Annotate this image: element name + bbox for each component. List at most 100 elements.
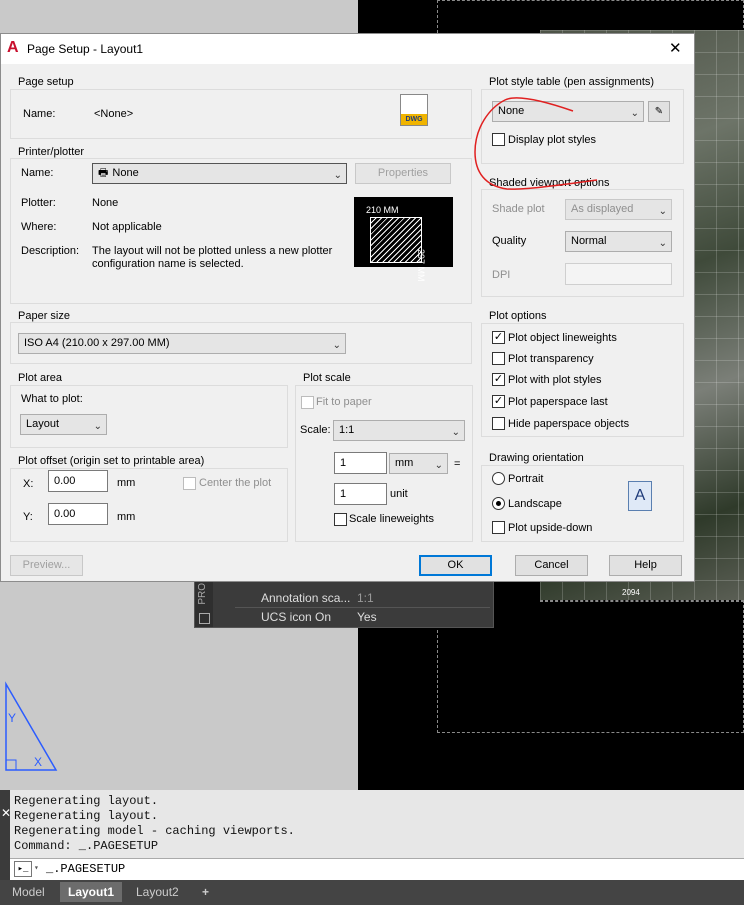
scale-lineweights-label: Scale lineweights: [349, 513, 434, 525]
orientation-preview-icon: A: [628, 481, 652, 511]
equals-sign: =: [454, 458, 461, 470]
hide-paperspace-objects-checkbox[interactable]: [492, 417, 505, 430]
preview-width-label: 210 MM: [366, 205, 399, 215]
chevron-down-icon: ⌄: [333, 170, 342, 181]
chevron-down-icon[interactable]: ▾: [34, 864, 39, 873]
svg-text:Y: Y: [8, 711, 16, 725]
what-to-plot-select[interactable]: Layout ⌄: [20, 414, 107, 435]
tab-layout1[interactable]: Layout1: [60, 882, 123, 902]
palette-side-label: PRO: [197, 583, 208, 605]
command-input[interactable]: ▸_ ▾ _.PAGESETUP: [10, 858, 744, 880]
command-input-text: _.PAGESETUP: [46, 862, 126, 876]
scale-value2-input[interactable]: 1: [334, 483, 387, 505]
fit-to-paper-label: Fit to paper: [316, 396, 372, 408]
chevron-down-icon: ⌄: [332, 340, 341, 351]
fit-to-paper-checkbox[interactable]: [301, 396, 314, 409]
plot-upside-down-checkbox[interactable]: [492, 521, 505, 534]
upside-down-label: Plot upside-down: [508, 522, 593, 534]
property-row[interactable]: Annotation sca... 1:1: [235, 589, 490, 608]
where-value: Not applicable: [92, 221, 162, 233]
description-label: Description:: [21, 245, 80, 257]
offset-y-unit: mm: [117, 511, 136, 523]
ucs-icon: Y X: [5, 681, 58, 771]
close-icon[interactable]: ✕: [1, 806, 11, 820]
history-line: Regenerating model - caching viewports.: [14, 824, 295, 838]
plotter-label: Plotter:: [21, 197, 56, 209]
what-to-plot-label: What to plot:: [21, 393, 83, 405]
tab-layout2[interactable]: Layout2: [128, 882, 187, 902]
shade-plot-label: Shade plot: [492, 203, 545, 215]
offset-x-input[interactable]: 0.00: [48, 470, 108, 492]
scale-select[interactable]: 1:1 ⌄: [333, 420, 465, 441]
page-setup-name-value: <None>: [94, 108, 134, 120]
description-value: The layout will not be plotted unless a …: [92, 245, 333, 270]
paper-size-heading: Paper size: [16, 310, 72, 322]
red-annotation-mark: [474, 97, 598, 190]
plot-with-plot-styles-checkbox[interactable]: ✓: [492, 373, 505, 386]
palette-menu-icon[interactable]: [199, 613, 210, 624]
page-setup-heading: Page setup: [16, 76, 76, 88]
center-plot-checkbox[interactable]: [183, 477, 196, 490]
chevron-down-icon: ⌄: [451, 427, 460, 438]
plot-option-label: Plot paperspace last: [508, 396, 608, 408]
scale-lineweights-checkbox[interactable]: [334, 513, 347, 526]
paper-preview: 210 MM 297 MM: [354, 197, 453, 282]
offset-y-label: Y:: [23, 511, 33, 523]
history-line: Regenerating layout.: [14, 809, 159, 823]
dialog-title: Page Setup - Layout1: [27, 42, 144, 56]
plot-option-label: Plot with plot styles: [508, 374, 602, 386]
preview-height-label: 297 MM: [416, 249, 426, 282]
printer-heading: Printer/plotter: [16, 146, 87, 158]
add-tab-button[interactable]: +: [194, 882, 217, 902]
chevron-down-icon: ⌄: [658, 238, 667, 249]
printer-name-select[interactable]: 🖶 None ⌄: [92, 163, 347, 184]
plot-options-heading: Plot options: [487, 310, 549, 322]
preview-button[interactable]: Preview...: [10, 555, 83, 576]
offset-y-input[interactable]: 0.00: [48, 503, 108, 525]
landscape-radio[interactable]: [492, 497, 505, 510]
history-line: Regenerating layout.: [14, 794, 159, 808]
dialog-titlebar[interactable]: A Page Setup - Layout1 ✕: [1, 34, 694, 64]
help-button[interactable]: Help: [609, 555, 682, 576]
printer-icon: 🖶: [98, 167, 109, 179]
plot-style-heading: Plot style table (pen assignments): [487, 76, 657, 88]
offset-x-label: X:: [23, 478, 34, 490]
plot-scale-heading: Plot scale: [301, 372, 353, 384]
edit-plot-style-icon[interactable]: ✎: [648, 101, 670, 122]
portrait-radio[interactable]: [492, 472, 505, 485]
quality-label: Quality: [492, 235, 527, 247]
ok-button[interactable]: OK: [419, 555, 492, 576]
history-line: Command: _.PAGESETUP: [14, 839, 159, 853]
viewport-label: 2094: [622, 588, 640, 597]
paper-size-select[interactable]: ISO A4 (210.00 x 297.00 MM) ⌄: [18, 333, 346, 354]
command-prompt-icon[interactable]: ▸_: [14, 861, 32, 877]
shade-plot-select[interactable]: As displayed ⌄: [565, 199, 672, 220]
orientation-heading: Drawing orientation: [487, 452, 586, 464]
printer-name-label: Name:: [21, 167, 54, 179]
scale-unit-select[interactable]: mm ⌄: [389, 453, 448, 474]
property-row[interactable]: UCS icon On Yes: [235, 608, 490, 627]
plot-option-label: Plot object lineweights: [508, 332, 617, 344]
plot-object-lineweights-checkbox[interactable]: ✓: [492, 331, 505, 344]
chevron-down-icon: ⌄: [434, 460, 443, 471]
plot-paperspace-last-checkbox[interactable]: ✓: [492, 395, 505, 408]
plot-area-heading: Plot area: [16, 372, 65, 384]
layout-tabs: Model Layout1 Layout2 +: [0, 880, 744, 905]
landscape-label: Landscape: [508, 498, 562, 510]
cancel-button[interactable]: Cancel: [515, 555, 588, 576]
properties-button[interactable]: Properties: [355, 163, 451, 184]
preview-page-hatch: [370, 217, 422, 263]
dwg-file-icon: DWG: [400, 94, 428, 126]
scale-value1-input[interactable]: 1: [334, 452, 387, 474]
plot-transparency-checkbox[interactable]: [492, 352, 505, 365]
close-icon[interactable]: ✕: [669, 39, 682, 57]
dpi-input[interactable]: [565, 263, 672, 285]
chevron-down-icon: ⌄: [630, 108, 639, 119]
command-history: Regenerating layout. Regenerating layout…: [0, 790, 744, 858]
tab-model[interactable]: Model: [4, 882, 53, 902]
plotter-value: None: [92, 197, 119, 209]
command-window-handle[interactable]: ✕: [0, 790, 11, 880]
page-setup-name-label: Name:: [23, 108, 56, 120]
where-label: Where:: [21, 221, 57, 233]
quality-select[interactable]: Normal ⌄: [565, 231, 672, 252]
